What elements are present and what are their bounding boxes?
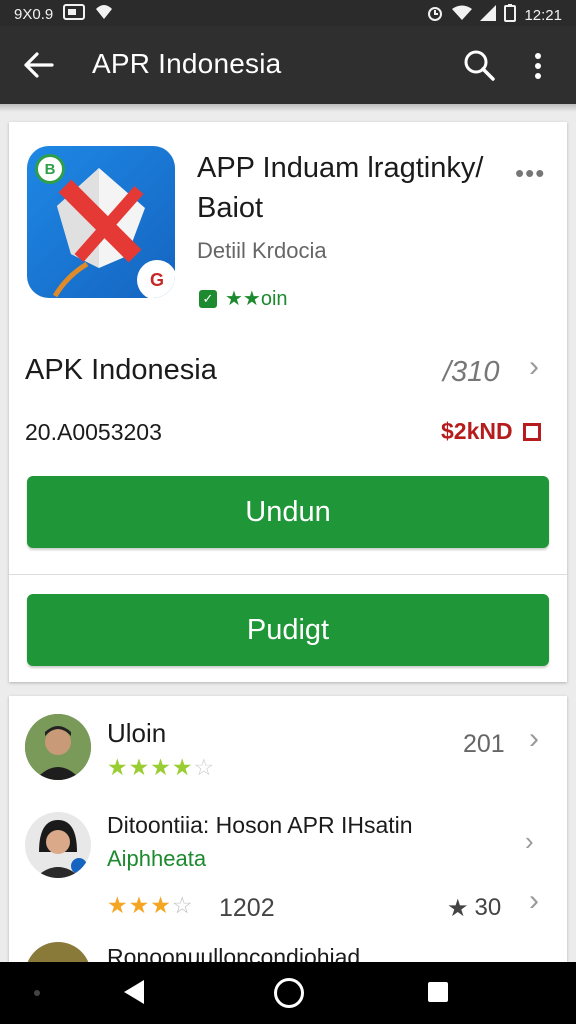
star-icon: ★: [150, 892, 171, 918]
reviewer-name: Uloin: [107, 718, 167, 748]
app-icon[interactable]: B G: [27, 146, 175, 298]
nav-recents-icon[interactable]: [428, 982, 448, 1002]
wifi-icon: [452, 5, 473, 25]
app-title: APP Induam lragtinky/ Baiot: [197, 152, 484, 224]
chevron-right-icon[interactable]: ›: [529, 350, 539, 384]
star-icon: ★: [447, 895, 469, 922]
download-button[interactable]: Undun: [27, 476, 549, 548]
back-arrow-icon[interactable]: [22, 50, 54, 80]
nav-home-icon[interactable]: [274, 978, 304, 1008]
reviews-card: Uloin ★ ★ ★ ★ ☆ 201 › Ditoontiia: Hoson APR …: [9, 696, 567, 966]
section-title: APK Indonesia: [25, 354, 217, 386]
star-icon: ★: [107, 754, 128, 780]
rating-value: 30: [474, 894, 502, 921]
appbar-shadow: [0, 104, 576, 112]
rating-row: ✓ ★★oin: [199, 286, 288, 311]
chevron-right-icon[interactable]: ›: [529, 884, 539, 918]
reviewer-subtitle: Aiphheata: [107, 846, 207, 871]
check-badge-icon: ✓: [199, 289, 217, 308]
status-bar: 9X0.9 12:21: [0, 0, 576, 26]
search-icon[interactable]: [462, 48, 496, 82]
overflow-menu-icon[interactable]: •••: [515, 158, 545, 189]
rating-summary: ★ 30: [447, 894, 501, 923]
more-vert-icon[interactable]: [528, 50, 548, 82]
section-count: /310: [443, 356, 500, 388]
star-icon: ★: [128, 754, 150, 780]
flag-badge-icon: G: [137, 260, 175, 298]
star-icon: ★: [128, 892, 150, 918]
reviewer-name: Ditoontiia: Hoson APR IHsatin: [107, 812, 413, 838]
navigation-bar: [0, 962, 576, 1024]
page-title: APR Indonesia: [92, 48, 282, 79]
rating-total: 1202: [219, 894, 275, 922]
status-time-right: 12:21: [524, 6, 562, 24]
message-icon: [63, 4, 86, 24]
chevron-right-icon[interactable]: ›: [529, 722, 539, 756]
app-detail-card: B G APP Induam lragtinky/ Baiot ••• Deti…: [9, 122, 567, 682]
star-icon: ★: [107, 892, 128, 918]
star-icon: ★: [150, 754, 171, 780]
square-icon: [522, 422, 541, 441]
price-value: $2kND: [441, 418, 513, 444]
review-count: 201: [463, 730, 505, 758]
rating-stars: ★ ★ ★ ☆: [107, 892, 193, 919]
dot-icon: [34, 990, 40, 996]
app-bar: APR Indonesia: [0, 26, 576, 104]
developer-name[interactable]: Detiil Krdocia: [197, 238, 327, 264]
nav-back-icon[interactable]: [124, 980, 144, 1004]
app-code: 20.A0053203: [25, 419, 162, 445]
secondary-action-button[interactable]: Pudigt: [27, 594, 549, 666]
price-label: $2kND: [441, 418, 541, 445]
location-icon: [95, 4, 113, 24]
verified-badge-icon: B: [35, 154, 65, 184]
star-half-icon: ★: [171, 754, 193, 780]
avatar[interactable]: [25, 812, 91, 878]
rating-stars: ★ ★ ★ ★ ☆: [107, 754, 214, 781]
divider: [9, 574, 567, 575]
chevron-right-icon[interactable]: ›: [525, 826, 534, 857]
battery-icon: [504, 4, 517, 26]
star-empty-icon: ☆: [171, 892, 193, 918]
status-time-left: 9X0.9: [14, 5, 54, 23]
signal-icon: [480, 5, 497, 25]
rating-label: ★★oin: [225, 288, 288, 310]
star-empty-icon: ☆: [193, 754, 215, 780]
alarm-icon: [426, 4, 444, 26]
avatar[interactable]: [25, 714, 91, 780]
